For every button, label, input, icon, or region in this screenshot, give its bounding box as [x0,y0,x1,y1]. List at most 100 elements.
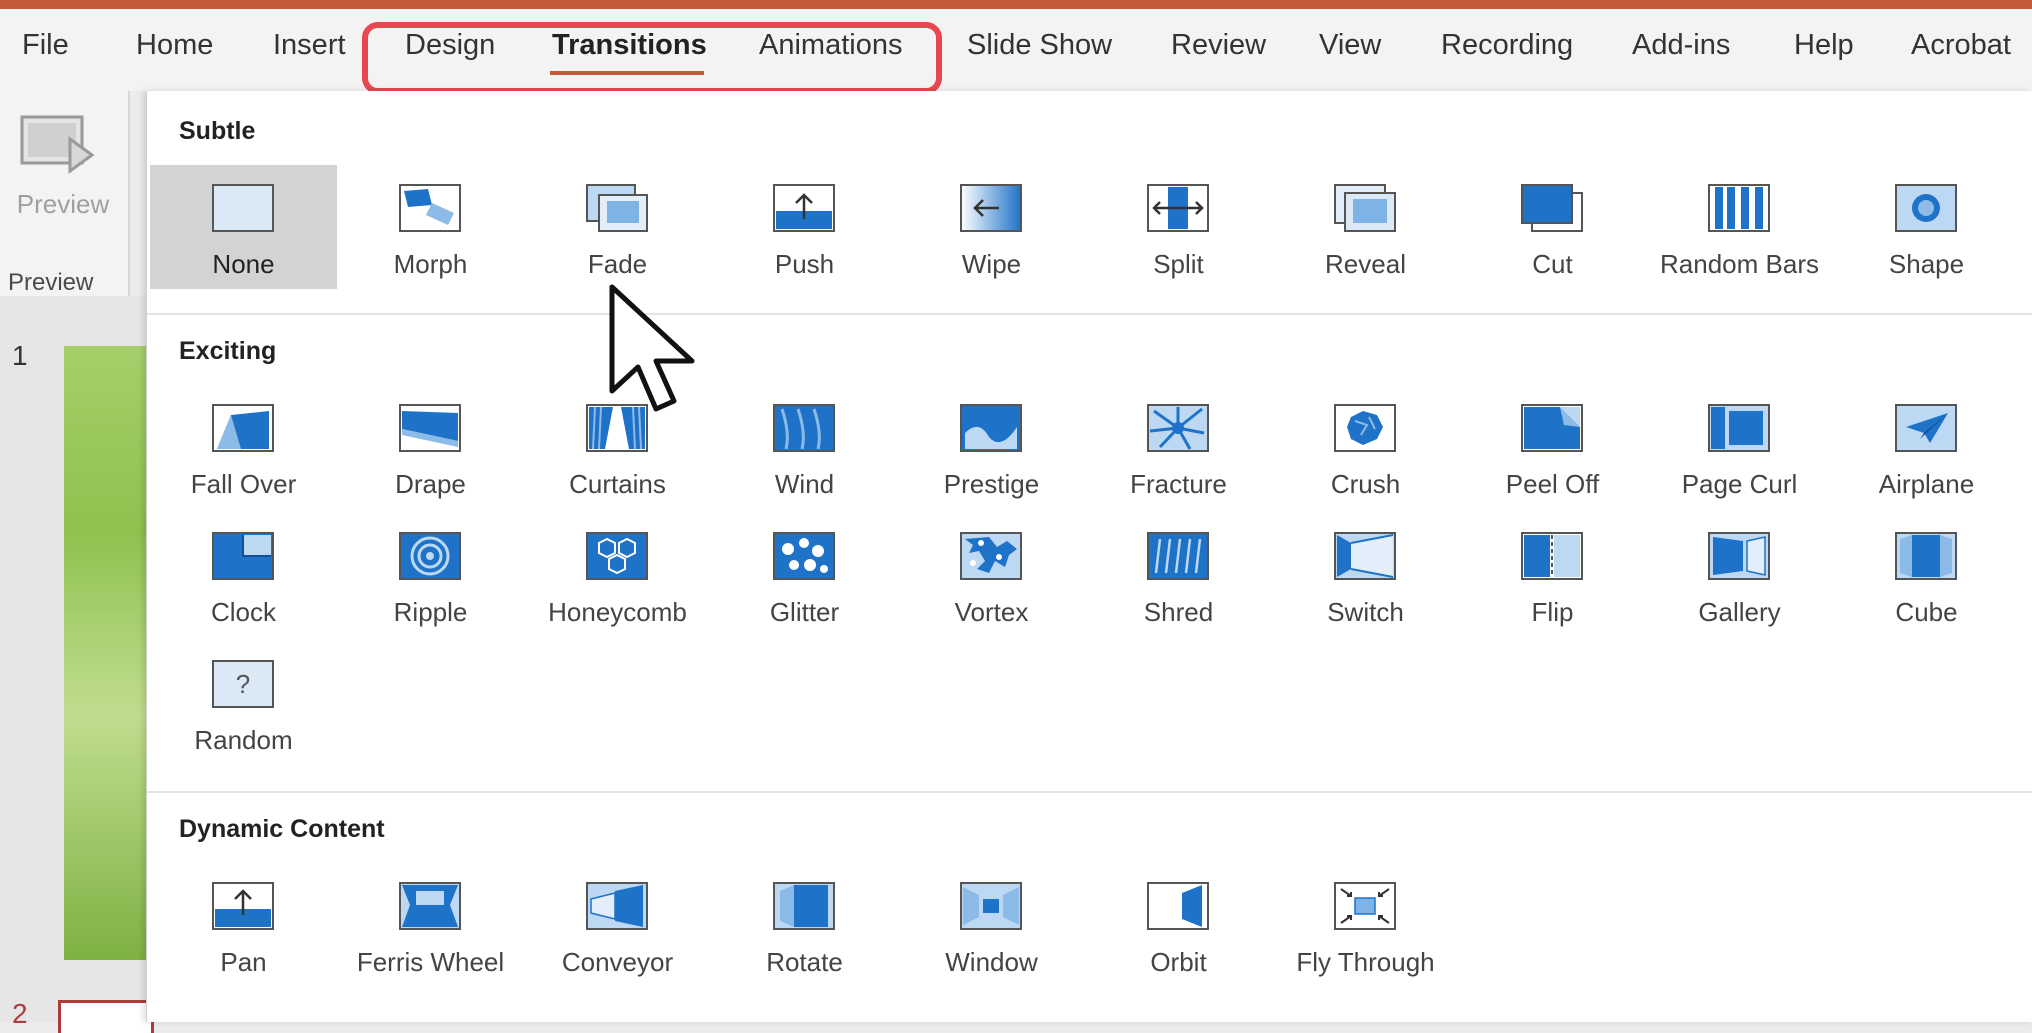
tab-recording[interactable]: Recording [1441,29,1573,62]
transition-label: Conveyor [561,947,674,977]
transition-label: Vortex [954,597,1029,627]
reveal-icon [1334,184,1396,232]
transition-label: Switch [1327,597,1404,627]
preview-button[interactable]: Preview [8,105,109,219]
transition-peel-off[interactable]: Peel Off [1459,385,1646,509]
tab-add-ins[interactable]: Add-ins [1632,29,1730,62]
prestige-icon [960,404,1022,452]
transition-label: Flip [1531,597,1574,627]
transition-label: Drape [395,469,466,499]
transition-pan[interactable]: Pan [150,863,337,987]
fall-over-icon [212,404,274,452]
transition-window[interactable]: Window [898,863,1085,987]
section-separator [147,791,2032,793]
transition-vortex[interactable]: Vortex [898,513,1085,637]
transition-fly-through[interactable]: Fly Through [1272,863,1459,987]
drape-icon [399,404,461,452]
transition-clock[interactable]: Clock [150,513,337,637]
transition-gallery[interactable]: Gallery [1646,513,1833,637]
cut-icon [1521,184,1583,232]
tab-view[interactable]: View [1319,29,1381,62]
transition-label: Fall Over [190,469,297,499]
transition-label: Curtains [569,469,666,499]
transition-split[interactable]: Split [1085,165,1272,289]
transition-fade[interactable]: Fade [524,165,711,289]
transition-label: Peel Off [1505,469,1600,499]
transition-shred[interactable]: Shred [1085,513,1272,637]
vortex-icon [960,532,1022,580]
slide-thumbnail-1[interactable] [64,346,146,960]
fly-through-icon [1334,882,1396,930]
peel-off-icon [1521,404,1583,452]
random-icon: ? [212,660,274,708]
transition-shape[interactable]: Shape [1833,165,2020,289]
airplane-icon [1895,404,1957,452]
transition-airplane[interactable]: Airplane [1833,385,2020,509]
tab-slide-show[interactable]: Slide Show [967,29,1112,62]
tab-review[interactable]: Review [1171,29,1266,62]
transition-flip[interactable]: Flip [1459,513,1646,637]
transition-fall-over[interactable]: Fall Over [150,385,337,509]
transition-fracture[interactable]: Fracture [1085,385,1272,509]
transition-label: Rotate [766,947,843,977]
transition-label: Wipe [961,249,1022,279]
morph-icon [399,184,461,232]
transition-random-bars[interactable]: Random Bars [1646,165,1833,289]
transition-wind[interactable]: Wind [711,385,898,509]
slide-number: 2 [12,998,28,1029]
tab-acrobat[interactable]: Acrobat [1911,29,2011,62]
transition-crush[interactable]: Crush [1272,385,1459,509]
transition-label: Prestige [943,469,1040,499]
wipe-icon [960,184,1022,232]
transition-switch[interactable]: Switch [1272,513,1459,637]
slide-thumbnail-2[interactable] [58,1000,154,1033]
transition-none[interactable]: None [150,165,337,289]
transition-cut[interactable]: Cut [1459,165,1646,289]
transition-push[interactable]: Push [711,165,898,289]
transition-conveyor[interactable]: Conveyor [524,863,711,987]
transition-orbit[interactable]: Orbit [1085,863,1272,987]
ribbon-tab-bar: File Home Insert Design Transitions Anim… [0,9,2032,94]
tab-help[interactable]: Help [1794,29,1854,62]
glitter-icon [773,532,835,580]
transition-drape[interactable]: Drape [337,385,524,509]
tab-home[interactable]: Home [136,29,213,62]
transition-reveal[interactable]: Reveal [1272,165,1459,289]
title-bar-strip [0,0,2032,9]
rotate-icon [773,882,835,930]
cube-icon [1895,532,1957,580]
transition-ripple[interactable]: Ripple [337,513,524,637]
section-separator [147,313,2032,315]
transition-label: Cube [1895,597,1958,627]
transition-page-curl[interactable]: Page Curl [1646,385,1833,509]
page-curl-icon [1708,404,1770,452]
flip-icon [1521,532,1583,580]
transition-label: Shred [1143,597,1214,627]
orbit-icon [1147,882,1209,930]
switch-icon [1334,532,1396,580]
transition-label: Fade [587,249,648,279]
mouse-cursor-icon [609,284,695,412]
transition-wipe[interactable]: Wipe [898,165,1085,289]
slide-number: 1 [12,340,28,371]
ferris-wheel-icon [399,882,461,930]
transition-ferris-wheel[interactable]: Ferris Wheel [337,863,524,987]
transition-rotate[interactable]: Rotate [711,863,898,987]
transition-label: Ripple [393,597,468,627]
transition-label: Airplane [1878,469,1975,499]
transition-glitter[interactable]: Glitter [711,513,898,637]
transition-label: Orbit [1150,947,1207,977]
clock-icon [212,532,274,580]
section-title-exciting: Exciting [179,337,277,365]
tab-file[interactable]: File [22,29,69,62]
transition-prestige[interactable]: Prestige [898,385,1085,509]
transition-honeycomb[interactable]: Honeycomb [524,513,711,637]
conveyor-icon [586,882,648,930]
transition-cube[interactable]: Cube [1833,513,2020,637]
tab-insert[interactable]: Insert [273,29,346,62]
transition-random[interactable]: ? Random [150,641,337,765]
transition-morph[interactable]: Morph [337,165,524,289]
section-title-subtle: Subtle [179,117,256,145]
wind-icon [773,404,835,452]
transition-label: Pan [220,947,267,977]
